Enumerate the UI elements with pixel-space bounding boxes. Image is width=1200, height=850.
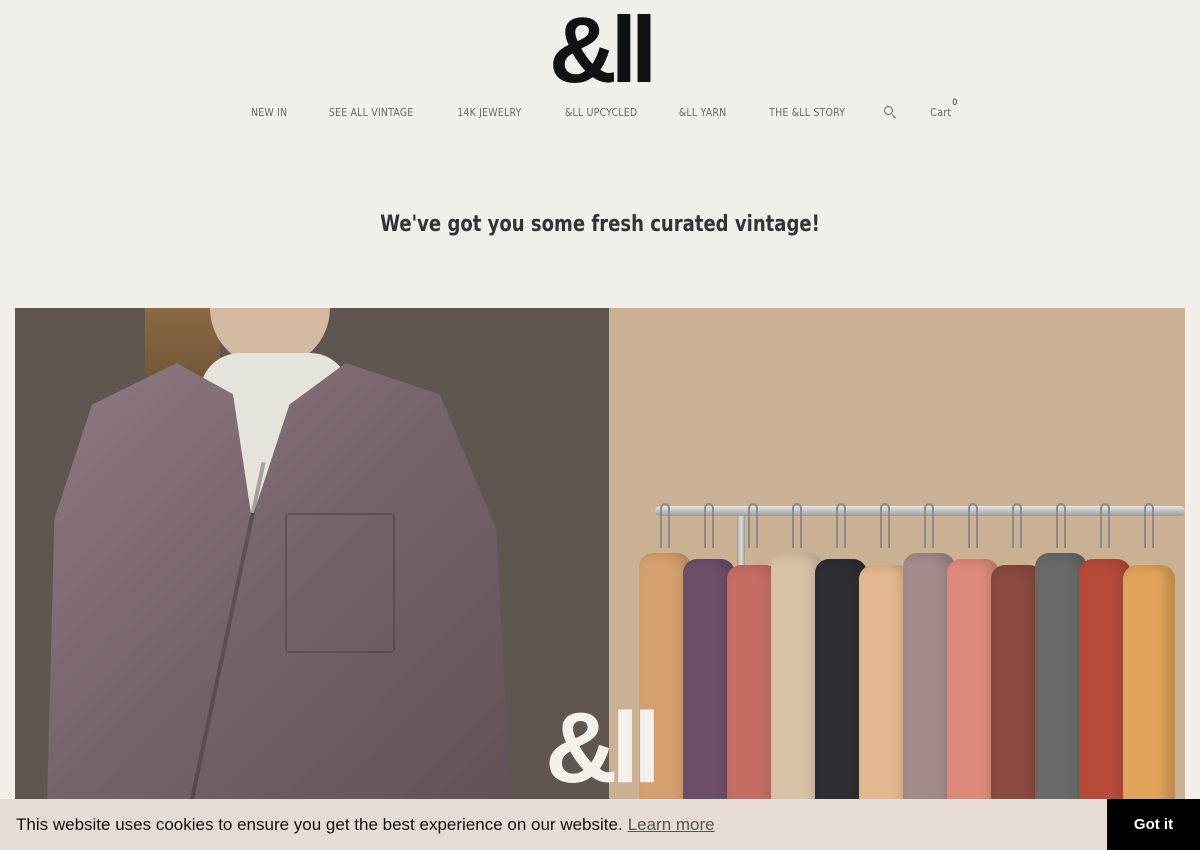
hanger-hook [968, 503, 978, 548]
hanger-hook [1144, 503, 1154, 548]
nav-see-all-vintage[interactable]: SEE ALL VINTAGE [329, 106, 414, 119]
search-icon[interactable] [883, 105, 897, 119]
nav-new-in[interactable]: NEW IN [251, 106, 287, 119]
cookie-banner: This website uses cookies to ensure you … [0, 799, 1200, 850]
hanger-hook [748, 503, 758, 548]
hanger-hook [1056, 503, 1066, 548]
cookie-learn-more-link[interactable]: Learn more [628, 815, 715, 835]
nav-yarn[interactable]: &ll YARN [679, 106, 726, 119]
hanger-hook [792, 503, 802, 548]
nav-story[interactable]: THE &ll STORY [769, 106, 845, 119]
cookie-message: This website uses cookies to ensure you … [16, 814, 623, 834]
main-nav: NEW IN SEE ALL VINTAGE 14K JEWELRY &ll U… [0, 98, 1200, 124]
search-icon-handle [891, 114, 896, 119]
hero-banner[interactable]: &ll [15, 308, 1185, 850]
hero-logo: &ll [545, 692, 661, 804]
hanger-hook [1012, 503, 1022, 548]
cart-label: Cart [930, 105, 952, 119]
cookie-accept-button[interactable]: Got it [1107, 799, 1200, 850]
hanger-hook [880, 503, 890, 548]
hanger-hook [704, 503, 714, 548]
nav-upcycled[interactable]: &ll UPCYCLED [565, 106, 637, 119]
shirt-pocket [285, 513, 395, 653]
hanger-hook [924, 503, 934, 548]
hero-headline: We've got you some fresh curated vintage… [380, 212, 820, 237]
hanger-hook [660, 503, 670, 548]
nav-14k-jewelry[interactable]: 14K JEWELRY [458, 106, 522, 119]
hanger-hook [1100, 503, 1110, 548]
cart-link[interactable]: Cart 0 [930, 98, 957, 119]
brand-logo[interactable]: &ll [0, 2, 1200, 98]
hanger-hook [836, 503, 846, 548]
cart-count-badge: 0 [952, 97, 958, 108]
